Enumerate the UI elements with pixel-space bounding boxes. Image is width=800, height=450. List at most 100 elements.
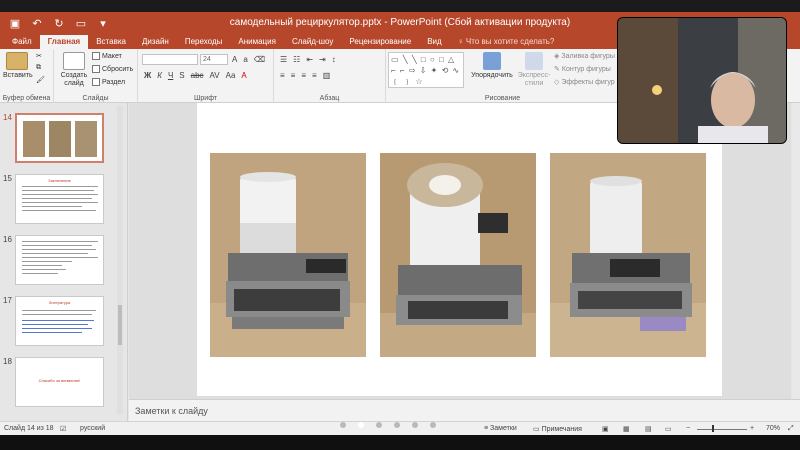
decrease-indent-icon[interactable]: ⇤: [306, 55, 313, 64]
font-color-icon[interactable]: A: [241, 71, 246, 80]
numbering-icon[interactable]: ☷: [293, 55, 300, 64]
text-line: [22, 241, 98, 242]
text-line: [22, 257, 98, 258]
thumb-title: Спасибо за внимание!: [38, 378, 81, 383]
list-buttons: ☰ ☷ ⇤ ⇥ ↕: [280, 55, 336, 64]
clipboard-group: Вставить ✂ ⧉ 🖌︎ Буфер обмена: [0, 49, 54, 103]
new-slide-button[interactable]: Создать слайд: [58, 52, 90, 88]
notes-toggle[interactable]: ≡ Заметки: [484, 425, 517, 432]
tab-animations[interactable]: Анимация: [230, 35, 284, 49]
slide-sorter-icon[interactable]: ▦: [623, 425, 630, 433]
case-icon[interactable]: Aa: [226, 71, 236, 80]
tab-review[interactable]: Рецензирование: [341, 35, 419, 49]
line-spacing-icon[interactable]: ↕: [332, 55, 336, 64]
zoom-level[interactable]: 70%: [766, 425, 780, 432]
thumb-title: Заключение: [48, 178, 71, 183]
dot[interactable]: [358, 422, 364, 428]
fit-to-window-icon[interactable]: ⤢: [788, 425, 794, 433]
font-name-combo[interactable]: [142, 54, 198, 65]
spacing-icon[interactable]: AV: [210, 71, 220, 80]
thumbnail-image[interactable]: [15, 235, 104, 285]
align-left-icon[interactable]: ≡: [280, 71, 285, 80]
shape-outline-button[interactable]: ✎ Контур фигуры: [554, 65, 611, 74]
dot[interactable]: [412, 422, 418, 428]
align-right-icon[interactable]: ≡: [301, 71, 306, 80]
thumbnail-image[interactable]: [15, 113, 104, 163]
dot[interactable]: [376, 422, 382, 428]
layout-button[interactable]: Макет: [92, 52, 122, 60]
slide-photo-3[interactable]: [550, 153, 706, 357]
tab-insert[interactable]: Вставка: [88, 35, 134, 49]
zoom-slider-handle[interactable]: [712, 425, 714, 432]
justify-icon[interactable]: ≡: [312, 71, 317, 80]
thumb-photo-3: [75, 121, 97, 157]
comments-toggle[interactable]: ▭ Примечания: [533, 425, 582, 433]
shape-fill-button[interactable]: ◈ Заливка фигуры: [554, 52, 615, 61]
clear-format-icon[interactable]: ⌫: [254, 55, 265, 64]
normal-view-icon[interactable]: ▣: [602, 425, 609, 433]
tab-design[interactable]: Дизайн: [134, 35, 177, 49]
editor-scrollbar[interactable]: [792, 103, 800, 399]
arrange-button[interactable]: Упорядочить: [470, 52, 514, 80]
tab-slideshow[interactable]: Слайд-шоу: [284, 35, 341, 49]
cut-icon[interactable]: ✂: [36, 52, 42, 60]
section-button[interactable]: Раздел: [92, 78, 125, 86]
tell-me-search[interactable]: ♀ Что вы хотите сделать?: [450, 35, 563, 49]
tab-transitions[interactable]: Переходы: [177, 35, 231, 49]
dot[interactable]: [394, 422, 400, 428]
tab-view[interactable]: Вид: [419, 35, 449, 49]
align-center-icon[interactable]: ≡: [291, 71, 296, 80]
zoom-slider[interactable]: [697, 429, 747, 430]
tab-home[interactable]: Главная: [39, 35, 89, 49]
spellcheck-icon[interactable]: ☑: [60, 425, 66, 433]
thumbnails-scrollbar[interactable]: [117, 105, 123, 415]
paste-button[interactable]: Вставить: [3, 52, 33, 80]
layout-icon: [92, 52, 100, 60]
strikethrough-icon[interactable]: abc: [191, 71, 204, 80]
shape-effects-button[interactable]: ◇ Эффекты фигур: [554, 78, 615, 87]
thumbnail-image[interactable]: Литература: [15, 296, 104, 346]
tab-file[interactable]: Файл: [4, 35, 40, 49]
current-slide[interactable]: [197, 103, 722, 396]
text-line: [22, 314, 92, 315]
quick-styles-button[interactable]: Экспресс-стили: [516, 52, 552, 88]
slide-photo-1[interactable]: [210, 153, 366, 357]
recirculator-photo-front: [210, 153, 366, 357]
thumbnail-image[interactable]: Заключение: [15, 174, 104, 224]
bold-icon[interactable]: Ж: [144, 71, 151, 80]
section-icon: [92, 78, 100, 86]
drawing-group-label: Рисование: [484, 95, 521, 102]
zoom-in-icon[interactable]: +: [750, 425, 754, 432]
format-painter-icon[interactable]: 🖌︎: [36, 76, 45, 84]
shapes-gallery[interactable]: ▭ ╲ ╲ □ ○ □ △ ⌐ ⌐ ⇨ ⇩ ✦ ⟲ ∿ ﹛ ﹜ ☆: [388, 52, 464, 88]
bullets-icon[interactable]: ☰: [280, 55, 287, 64]
increase-indent-icon[interactable]: ⇥: [319, 55, 326, 64]
shadow-icon[interactable]: S: [179, 71, 184, 80]
screen-bottom-bar: [0, 435, 800, 450]
zoom-out-icon[interactable]: −: [686, 425, 690, 432]
language-indicator[interactable]: русский: [80, 425, 105, 432]
grow-font-icon[interactable]: A: [232, 55, 237, 64]
slide-number: 15: [3, 174, 12, 183]
shrink-font-icon[interactable]: a: [243, 55, 247, 64]
italic-icon[interactable]: К: [157, 71, 162, 80]
reading-view-icon[interactable]: ▤: [645, 425, 652, 433]
slides-group: Создать слайд Макет Сбросить Раздел Слай…: [54, 49, 138, 103]
slide-photo-2[interactable]: [380, 153, 536, 357]
thumbnail-image[interactable]: Спасибо за внимание!: [15, 357, 104, 407]
text-line: [22, 194, 98, 195]
slideshow-view-icon[interactable]: ▭: [665, 425, 672, 433]
webcam-overlay[interactable]: [617, 17, 787, 144]
font-size-combo[interactable]: 24: [200, 54, 228, 65]
dot[interactable]: [430, 422, 436, 428]
underline-icon[interactable]: Ч: [168, 71, 173, 80]
reset-button[interactable]: Сбросить: [92, 65, 133, 73]
slides-group-label: Слайды: [82, 95, 109, 102]
scrollbar-thumb[interactable]: [118, 305, 122, 345]
dot[interactable]: [340, 422, 346, 428]
notes-pane[interactable]: Заметки к слайду: [129, 399, 800, 421]
recirculator-photo-top: [380, 153, 536, 357]
copy-icon[interactable]: ⧉: [36, 64, 41, 72]
columns-icon[interactable]: ▥: [323, 71, 331, 80]
recirculator-photo-side: [550, 153, 706, 357]
